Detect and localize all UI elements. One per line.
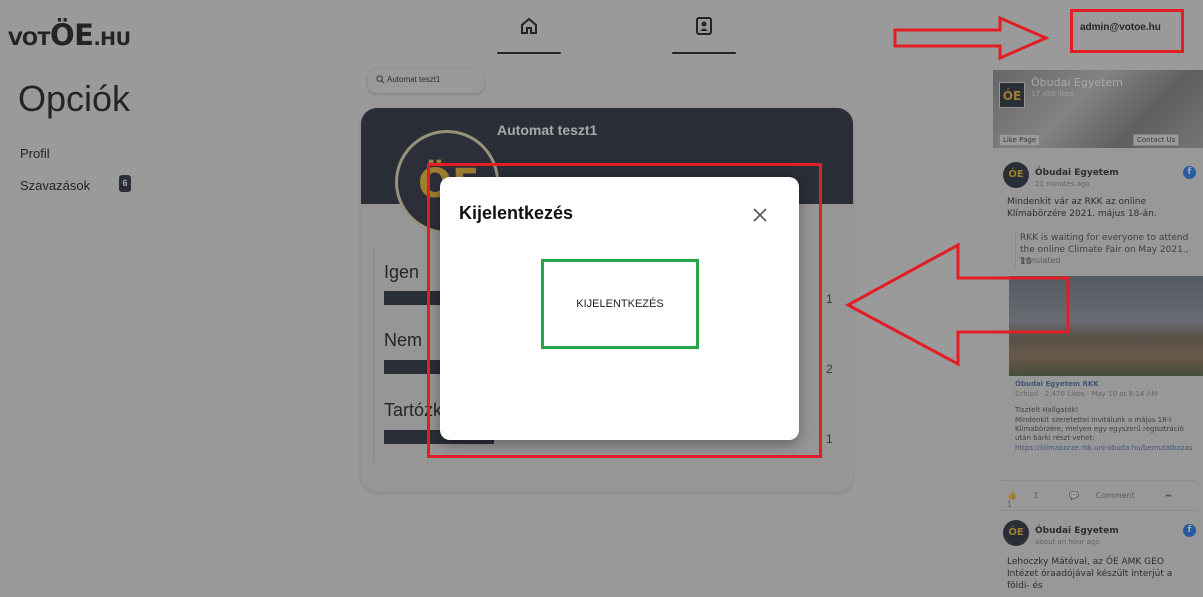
modal-close-button[interactable] — [746, 201, 774, 229]
app-page: VOTÖE.HU admin@votoe.hu Opciók Profil Sz… — [0, 0, 1203, 597]
logout-button[interactable]: KIJELENTKEZÉS — [541, 259, 699, 349]
close-icon — [753, 208, 767, 222]
logout-modal: Kijelentkezés KIJELENTKEZÉS — [440, 177, 799, 440]
modal-title: Kijelentkezés — [459, 203, 574, 223]
